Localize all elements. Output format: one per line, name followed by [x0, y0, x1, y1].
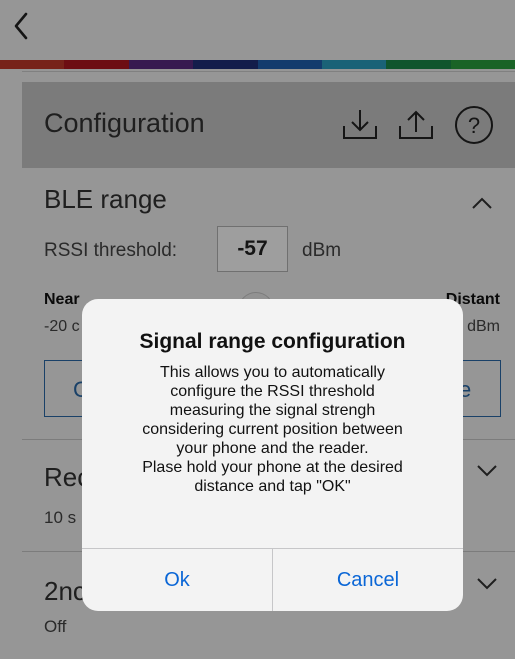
signal-range-dialog: Signal range configuration This allows y…: [82, 299, 463, 611]
dialog-message-line: considering current position between: [142, 421, 403, 438]
dialog-title: Signal range configuration: [139, 330, 406, 353]
dialog-message-line: configure the RSSI threshold: [170, 383, 375, 400]
dialog-message: This allows you to automatically configu…: [96, 363, 449, 496]
ok-button[interactable]: Ok: [82, 549, 272, 611]
cancel-button[interactable]: Cancel: [273, 549, 463, 611]
dialog-message-line: Plase hold your phone at the desired: [142, 459, 403, 476]
dialog-message-line: distance and tap "OK": [194, 478, 351, 495]
dialog-message-line: measuring the signal strengh: [169, 402, 376, 419]
dialog-message-line: your phone and the reader.: [176, 440, 369, 457]
dialog-message-line: This allows you to automatically: [160, 364, 385, 381]
